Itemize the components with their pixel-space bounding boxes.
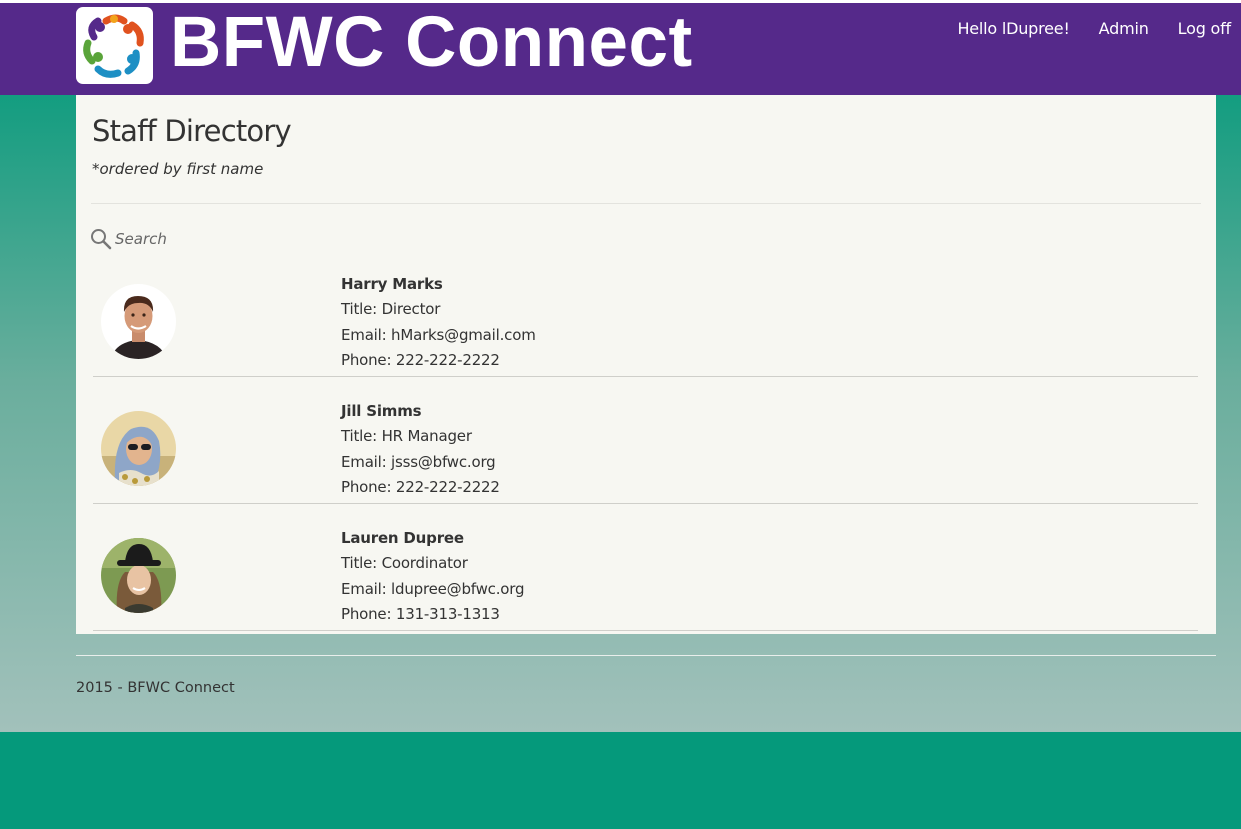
staff-row: Jill Simms Title: HR Manager Email: jsss… [93,377,1198,504]
staff-title: Title: Director [341,300,441,319]
brand-title[interactable]: BFWC Connect [170,3,693,83]
top-nav: Hello lDupree! Admin Log off [957,19,1231,38]
search-box[interactable] [90,228,315,250]
staff-email: Email: hMarks@gmail.com [341,325,536,344]
site-header: BFWC Connect Hello lDupree! Admin Log of… [0,3,1241,95]
staff-phone: Phone: 222-222-2222 [341,350,500,369]
staff-info: Harry Marks Title: Director Email: hMark… [341,272,536,373]
search-input[interactable] [115,230,315,248]
nav-log-off[interactable]: Log off [1178,19,1232,38]
staff-name: Harry Marks [341,275,443,293]
staff-info: Jill Simms Title: HR Manager Email: jsss… [341,399,500,500]
staff-title: Title: HR Manager [341,427,472,446]
footer-divider [76,655,1216,656]
page-title: Staff Directory [92,114,292,148]
search-icon [91,229,112,250]
avatar [101,538,176,613]
staff-row: Lauren Dupree Title: Coordinator Email: … [93,504,1198,631]
staff-row: Harry Marks Title: Director Email: hMark… [93,250,1198,377]
staff-title: Title: Coordinator [341,554,468,573]
staff-email: Email: jsss@bfwc.org [341,452,496,471]
staff-name: Lauren Dupree [341,529,464,547]
nav-hello-user[interactable]: Hello lDupree! [957,19,1069,38]
divider [91,203,1201,204]
staff-email: Email: ldupree@bfwc.org [341,579,525,598]
staff-phone: Phone: 222-222-2222 [341,477,500,496]
nav-admin[interactable]: Admin [1099,19,1149,38]
staff-info: Lauren Dupree Title: Coordinator Email: … [341,526,524,627]
staff-phone: Phone: 131-313-1313 [341,604,500,623]
avatar [101,411,176,486]
footer-text: 2015 - BFWC Connect [76,680,235,696]
bfwc-logo-icon[interactable] [76,7,153,84]
staff-name: Jill Simms [341,402,422,420]
page-subtitle: *ordered by first name [92,160,264,178]
avatar [101,284,176,359]
